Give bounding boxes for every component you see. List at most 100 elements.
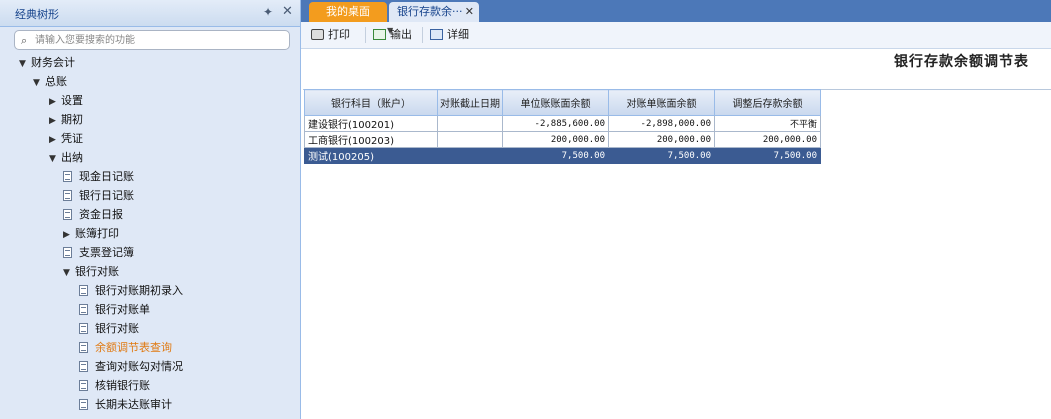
tree-leaf-item[interactable]: 支票登记簿 [63,243,134,262]
tree-item-label: 余额调节表查询 [95,341,172,354]
tree-item-label: 财务会计 [31,56,75,69]
tree-item-label: 查询对账勾对情况 [95,360,183,373]
print-label: 打印 [328,28,350,41]
tree-panel-header: 经典树形 ✦ ✕ [0,0,300,27]
toolbar-separator [422,27,423,43]
tree-item-label: 银行对账单 [95,303,150,316]
table-row[interactable]: 建设银行(100201) -2,885,600.00 -2,898,000.00 不平… [304,115,821,132]
tab-label: 我的桌面 [326,5,370,18]
column-header-account[interactable]: 银行科目（账户） [304,89,438,116]
tree-folder-item[interactable]: ▶ 期初 [49,110,83,129]
search-box[interactable]: ⌕ [14,30,290,50]
document-icon [63,247,72,258]
export-button[interactable]: 输出 [373,26,412,44]
document-icon [79,285,88,296]
column-header-cutoff-date[interactable]: 对账截止日期 [437,89,503,116]
tree-item-label: 出纳 [61,151,83,164]
tree-folder-item[interactable]: ▼ 总账 [33,72,67,91]
tab-bar: 我的桌面 银行存款余··· ✕ [301,0,1051,22]
cell-account: 工商银行(100203) [304,131,438,148]
detail-label: 详细 [447,28,469,41]
tab-my-desktop[interactable]: 我的桌面 [309,2,387,22]
document-icon [79,399,88,410]
tab-label: 银行存款余··· [397,5,463,18]
tree-item-label: 现金日记账 [79,170,134,183]
detail-button[interactable]: 详细 [430,26,469,44]
tree-leaf-item[interactable]: 银行对账 [79,319,139,338]
cell-cutoff-date [437,147,503,164]
tree-leaf-item[interactable]: 长期未达账审计 [79,395,172,414]
column-header-statement-balance[interactable]: 对账单账面余额 [608,89,715,116]
tree-item-label: 核销银行账 [95,379,150,392]
cell-adjusted-balance: 不平衡 [714,115,821,132]
tree-item-label: 支票登记簿 [79,246,134,259]
search-input[interactable] [35,32,285,48]
printer-icon [311,29,324,40]
toolbar: 打印 ▼ 输出 详细 [301,22,1051,49]
cell-statement-balance: -2,898,000.00 [608,115,715,132]
search-icon[interactable]: ⌕ [21,34,27,48]
tree-leaf-item[interactable]: 现金日记账 [63,167,134,186]
tree-leaf-item[interactable]: 查询对账勾对情况 [79,357,183,376]
cell-cutoff-date [437,115,503,132]
tree-item-label: 总账 [45,75,67,88]
tree-item-label: 银行对账 [95,322,139,335]
tree-folder-item[interactable]: ▼ 银行对账 [63,262,119,281]
cell-book-balance: -2,885,600.00 [502,115,609,132]
reconciliation-table: 银行科目（账户） 对账截止日期 单位账账面余额 对账单账面余额 调整后存款余额 … [304,89,821,164]
cell-book-balance: 200,000.00 [502,131,609,148]
tree-leaf-item[interactable]: 银行对账单 [79,300,150,319]
column-header-book-balance[interactable]: 单位账账面余额 [502,89,609,116]
export-label: 输出 [390,28,412,41]
document-icon [79,380,88,391]
cell-adjusted-balance: 200,000.00 [714,131,821,148]
tree-leaf-item[interactable]: 银行对账期初录入 [79,281,183,300]
tree-item-label: 银行对账期初录入 [95,284,183,297]
tree-item-label: 资金日报 [79,208,123,221]
column-header-adjusted-balance[interactable]: 调整后存款余额 [714,89,821,116]
document-icon [79,342,88,353]
tree-folder-item[interactable]: ▼ 出纳 [49,148,83,167]
tree-leaf-item[interactable]: 核销银行账 [79,376,150,395]
report-title: 银行存款余额调节表 [894,54,1029,70]
tree-panel-title: 经典树形 [15,8,59,21]
chevron-down-icon[interactable]: ▼ [63,264,75,283]
tree-item-label: 设置 [61,94,83,107]
cell-account: 建设银行(100201) [304,115,438,132]
tree-item-label: 账簿打印 [75,227,119,240]
cell-statement-balance: 7,500.00 [608,147,715,164]
cell-book-balance: 7,500.00 [502,147,609,164]
tab-close-icon[interactable]: ✕ [465,2,474,21]
table-body: 建设银行(100201) -2,885,600.00 -2,898,000.00 不平… [304,115,821,164]
tree-leaf-item[interactable]: 资金日报 [63,205,123,224]
toolbar-separator [365,27,366,43]
tree-leaf-item[interactable]: 银行日记账 [63,186,134,205]
tree-item-label: 期初 [61,113,83,126]
tab-bank-reconciliation[interactable]: 银行存款余··· ✕ [389,2,479,22]
pin-icon[interactable]: ✦ [263,5,273,19]
close-icon[interactable]: ✕ [282,4,293,19]
document-icon [63,190,72,201]
cell-adjusted-balance: 7,500.00 [714,147,821,164]
table-row[interactable]: 测试(100205) 7,500.00 7,500.00 7,500.00 [304,147,821,164]
tree-item-label: 银行日记账 [79,189,134,202]
chevron-down-icon[interactable]: ▼ [49,150,61,169]
chevron-down-icon[interactable]: ▼ [19,55,31,74]
tree-folder-item[interactable]: ▼ 财务会计 [19,53,75,72]
tree-folder-item[interactable]: ▶ 凭证 [49,129,83,148]
tree-leaf-item[interactable]: 余额调节表查询 [79,338,172,357]
document-icon [63,171,72,182]
print-button[interactable]: 打印 [311,26,350,44]
tree-item-label: 凭证 [61,132,83,145]
tree-item-label: 银行对账 [75,265,119,278]
export-icon [373,29,386,40]
document-icon [79,323,88,334]
tree-folder-item[interactable]: ▶ 设置 [49,91,83,110]
tree-item-label: 长期未达账审计 [95,398,172,411]
chevron-down-icon[interactable]: ▼ [33,74,45,93]
cell-statement-balance: 200,000.00 [608,131,715,148]
document-icon [79,361,88,372]
table-row[interactable]: 工商银行(100203) 200,000.00 200,000.00 200,000.… [304,131,821,148]
detail-icon [430,29,443,40]
tree-folder-item[interactable]: ▶ 账簿打印 [63,224,119,243]
